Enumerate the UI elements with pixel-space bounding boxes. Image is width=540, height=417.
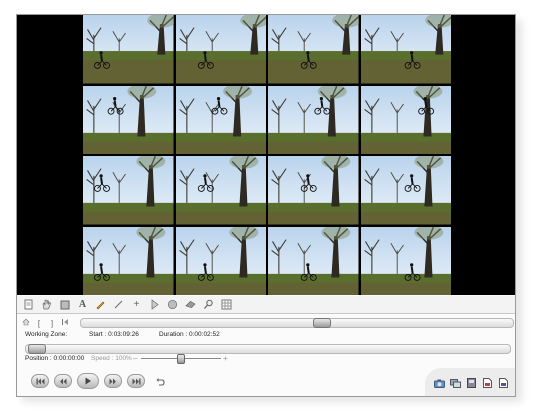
video-player-window: A + [ ] Working Zone: Start: 0:03:09:26… xyxy=(16,14,516,397)
video-frame-thumbnail xyxy=(175,156,266,225)
video-frame-thumbnail xyxy=(83,85,174,154)
zone-end-marker[interactable]: ] xyxy=(48,319,56,328)
drawing-toolbar: A + xyxy=(17,296,515,314)
frame-grid xyxy=(83,15,451,295)
copy-frame-icon[interactable] xyxy=(449,378,461,389)
zoom-tool-icon[interactable] xyxy=(203,299,214,310)
speed-minus[interactable]: – xyxy=(133,354,137,363)
home-icon[interactable] xyxy=(22,318,30,328)
previous-frame-button[interactable] xyxy=(54,374,72,388)
rectangle-tool-icon[interactable] xyxy=(59,299,70,310)
speed-label: Speed : 100% xyxy=(91,355,132,362)
video-frame-thumbnail xyxy=(175,85,266,154)
video-frame-thumbnail xyxy=(83,226,174,295)
video-frame-thumbnail xyxy=(83,156,174,225)
video-frame-thumbnail xyxy=(268,226,359,295)
working-zone-duration: Duration : 0:00:02:52 xyxy=(159,331,220,338)
working-zone-start: Start : 0:03:09:26 xyxy=(89,331,139,338)
video-frame-thumbnail xyxy=(268,156,359,225)
working-zone-controls: [ ] xyxy=(17,317,515,329)
working-zone-track[interactable] xyxy=(80,318,514,328)
last-frame-button[interactable] xyxy=(127,374,145,388)
arrow-tool-icon[interactable] xyxy=(149,299,160,310)
video-frame-thumbnail xyxy=(360,85,451,154)
video-frame-thumbnail xyxy=(175,15,266,84)
plus-tool-icon[interactable]: + xyxy=(131,299,142,310)
output-buttons xyxy=(425,368,515,396)
video-frame-thumbnail xyxy=(360,15,451,84)
circle-tool-icon[interactable] xyxy=(167,299,178,310)
loop-icon[interactable] xyxy=(154,376,165,387)
pen-tool-icon[interactable] xyxy=(95,299,106,310)
snapshot-icon[interactable] xyxy=(433,378,445,389)
play-button[interactable] xyxy=(77,373,99,389)
speed-slider-thumb[interactable] xyxy=(177,354,185,364)
grid-tool-icon[interactable] xyxy=(221,299,232,310)
line-tool-icon[interactable] xyxy=(113,299,124,310)
position-label: Position : 0:00:00:00 xyxy=(25,355,85,362)
first-frame-button[interactable] xyxy=(31,374,49,388)
video-frame-thumbnail xyxy=(83,15,174,84)
working-zone-label: Working Zone: xyxy=(25,331,68,338)
video-frame-thumbnail xyxy=(360,226,451,295)
export-pdf-icon[interactable] xyxy=(481,378,493,389)
position-track[interactable] xyxy=(25,344,511,354)
zone-start-marker[interactable]: [ xyxy=(35,319,43,328)
new-document-icon[interactable] xyxy=(23,299,34,310)
text-tool-glyph: A xyxy=(78,299,87,310)
zone-goto-start-icon[interactable] xyxy=(61,318,69,328)
video-frame-thumbnail xyxy=(175,226,266,295)
plus-tool-glyph: + xyxy=(133,299,140,310)
eraser-tool-icon[interactable] xyxy=(185,299,196,310)
playback-controls xyxy=(31,373,165,389)
video-viewer[interactable] xyxy=(17,15,515,295)
next-frame-button[interactable] xyxy=(104,374,122,388)
speed-plus[interactable]: + xyxy=(223,354,228,363)
hand-tool-icon[interactable] xyxy=(41,299,52,310)
video-frame-thumbnail xyxy=(360,156,451,225)
export-video-icon[interactable] xyxy=(465,378,477,389)
export-document-icon[interactable] xyxy=(497,378,509,389)
position-thumb[interactable] xyxy=(28,344,46,354)
video-frame-thumbnail xyxy=(268,15,359,84)
text-tool-icon[interactable]: A xyxy=(77,299,88,310)
video-frame-thumbnail xyxy=(268,85,359,154)
working-zone-thumb[interactable] xyxy=(313,318,331,328)
